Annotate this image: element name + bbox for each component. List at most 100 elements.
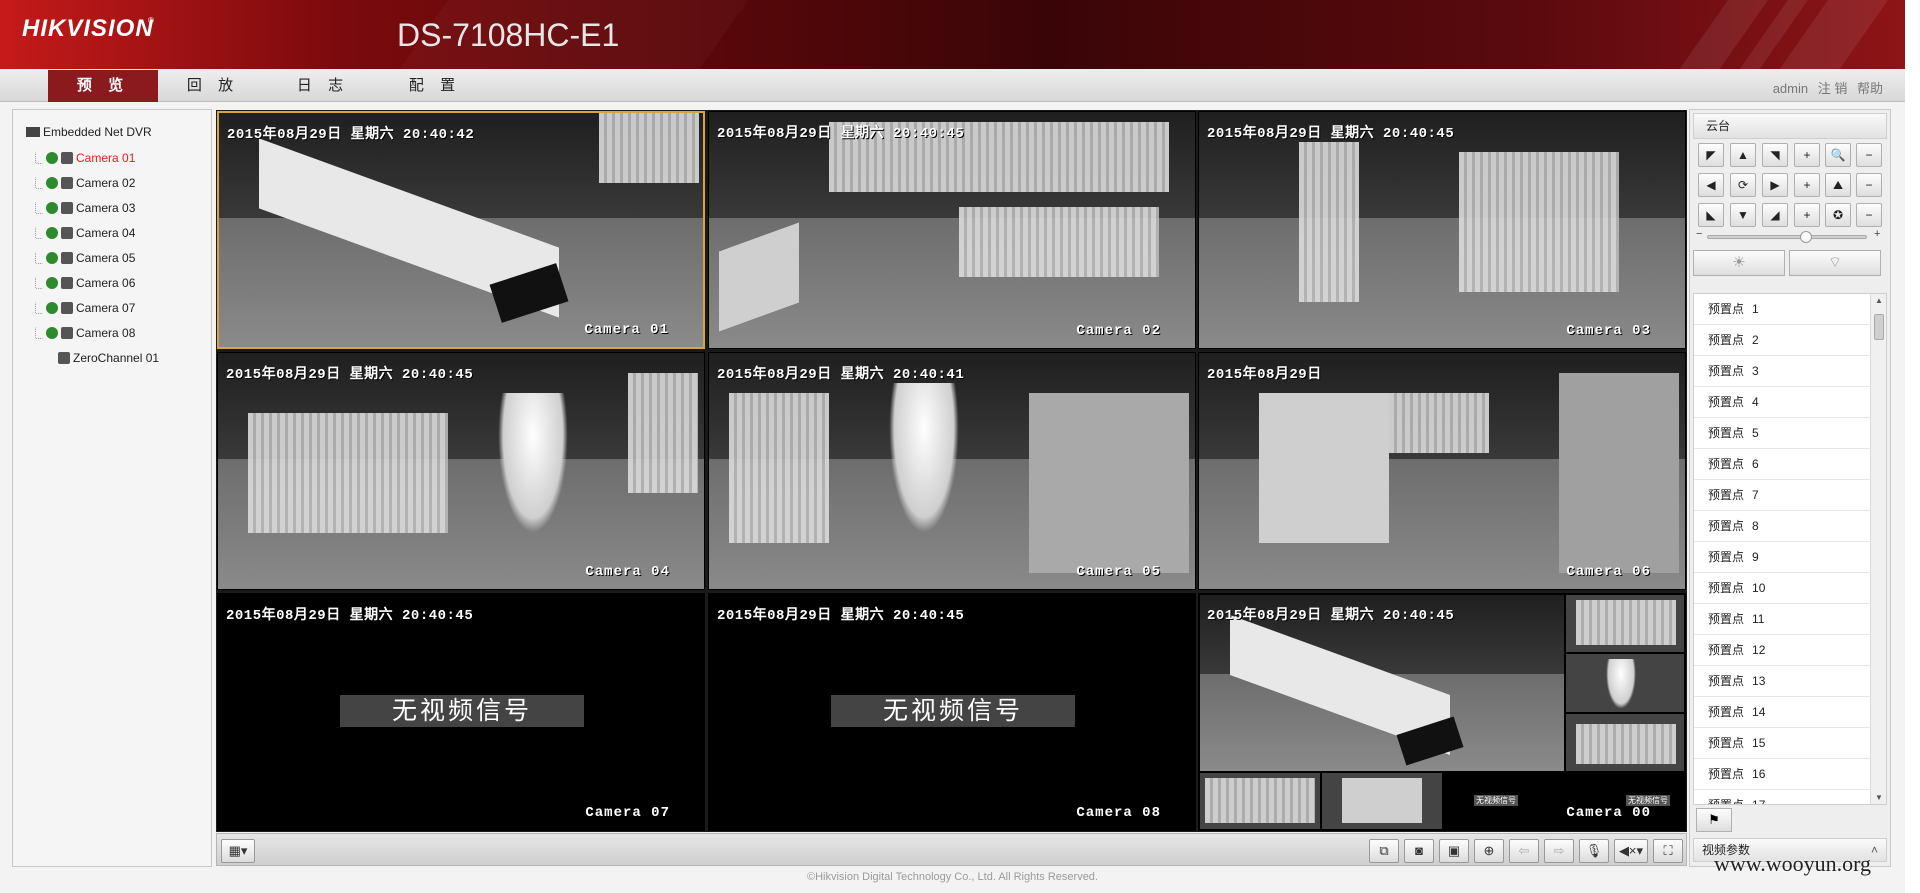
- tab-playback[interactable]: 回 放: [158, 70, 268, 102]
- preset-item[interactable]: 预置点 13: [1694, 666, 1870, 697]
- ptz-right-icon[interactable]: ▶: [1762, 173, 1788, 197]
- preset-item[interactable]: 预置点 9: [1694, 542, 1870, 573]
- tree-root[interactable]: Embedded Net DVR: [26, 125, 152, 139]
- preset-number: 12: [1752, 643, 1766, 657]
- tree-branch-icon: [35, 277, 43, 289]
- preset-item[interactable]: 预置点 6: [1694, 449, 1870, 480]
- preset-item[interactable]: 预置点 8: [1694, 511, 1870, 542]
- ptz-down-icon[interactable]: ▼: [1730, 203, 1756, 227]
- next-page-icon[interactable]: ⇨: [1544, 839, 1574, 863]
- video-tile-camera-08[interactable]: 2015年08月29日 星期六 20:40:45 无视频信号 Camera 08: [708, 593, 1196, 831]
- tile-camera-name: Camera 08: [1076, 805, 1161, 821]
- video-tile-camera-07[interactable]: 2015年08月29日 星期六 20:40:45 无视频信号 Camera 07: [217, 593, 705, 831]
- zoom-icon[interactable]: ⊕: [1474, 839, 1504, 863]
- wiper-icon[interactable]: ⌔: [1789, 250, 1881, 276]
- preset-item[interactable]: 预置点 11: [1694, 604, 1870, 635]
- ptz-up-icon[interactable]: ▲: [1730, 143, 1756, 167]
- scroll-up-icon[interactable]: ▲: [1875, 296, 1883, 305]
- mic-icon[interactable]: 🎙: [1579, 839, 1609, 863]
- tile-camera-name: Camera 01: [584, 322, 669, 338]
- tab-log[interactable]: 日 志: [268, 70, 378, 102]
- tile-camera-name: Camera 00: [1566, 805, 1651, 821]
- preset-item[interactable]: 预置点 10: [1694, 573, 1870, 604]
- video-tile-camera-01[interactable]: 2015年08月29日 星期六 20:40:42 Camera 01: [217, 111, 705, 349]
- preset-number: 9: [1752, 550, 1759, 564]
- tree-item-camera-06[interactable]: Camera 06: [35, 274, 135, 292]
- preset-item[interactable]: 预置点 4: [1694, 387, 1870, 418]
- tree-item-camera-07[interactable]: Camera 07: [35, 299, 135, 317]
- ptz-title: 云台: [1693, 113, 1887, 139]
- preset-item[interactable]: 预置点 17: [1694, 790, 1870, 805]
- tile-timestamp: 2015年08月29日 星期六 20:40:42: [227, 127, 475, 143]
- tab-preview[interactable]: 预 览: [48, 70, 158, 102]
- ptz-left-icon[interactable]: ◀: [1698, 173, 1724, 197]
- preset-label: 预置点: [1708, 302, 1745, 316]
- preset-item[interactable]: 预置点 12: [1694, 635, 1870, 666]
- zero-channel-sub-view: [1565, 594, 1685, 653]
- zero-channel-sub-view-nosignal: 无视频信号: [1565, 772, 1685, 830]
- tree-item-camera-03[interactable]: Camera 03: [35, 199, 135, 217]
- ptz-down-left-icon[interactable]: ◣: [1698, 203, 1724, 227]
- preset-item[interactable]: 预置点 5: [1694, 418, 1870, 449]
- tree-item-label: Camera 01: [76, 151, 136, 165]
- tile-camera-name: Camera 03: [1566, 323, 1651, 339]
- preset-item[interactable]: 预置点 2: [1694, 325, 1870, 356]
- preset-item[interactable]: 预置点 14: [1694, 697, 1870, 728]
- scroll-thumb[interactable]: [1874, 314, 1884, 340]
- play-status-icon: [46, 202, 58, 214]
- preset-scrollbar[interactable]: ▲ ▼: [1870, 294, 1886, 804]
- video-tile-zerochannel[interactable]: 无视频信号 无视频信号 2015年08月29日 星期六 20:40:45 Cam…: [1198, 593, 1686, 831]
- tree-item-camera-02[interactable]: Camera 02: [35, 174, 135, 192]
- tree-root-label: Embedded Net DVR: [43, 125, 152, 139]
- ptz-speed-slider-handle[interactable]: [1800, 231, 1813, 243]
- prev-page-icon[interactable]: ⇦: [1509, 839, 1539, 863]
- zoom-in-icon[interactable]: +: [1794, 143, 1820, 167]
- zoom-out-icon[interactable]: −: [1856, 143, 1882, 167]
- fullscreen-icon[interactable]: ⛶: [1653, 839, 1683, 863]
- video-tile-camera-05[interactable]: 2015年08月29日 星期六 20:40:41 Camera 05: [708, 352, 1196, 590]
- stop-all-icon[interactable]: ⧉: [1369, 839, 1399, 863]
- preset-number: 16: [1752, 767, 1766, 781]
- preset-item[interactable]: 预置点 15: [1694, 728, 1870, 759]
- volume-icon[interactable]: ◀︎×▾: [1614, 839, 1648, 863]
- preset-label: 预置点: [1708, 798, 1745, 805]
- registered-mark: ®: [148, 16, 154, 25]
- video-tile-camera-06[interactable]: 2015年08月29日 Camera 06: [1198, 352, 1686, 590]
- ptz-up-left-icon[interactable]: ◤: [1698, 143, 1724, 167]
- preset-item[interactable]: 预置点 16: [1694, 759, 1870, 790]
- light-icon[interactable]: ☀: [1693, 250, 1785, 276]
- record-icon[interactable]: ▣: [1439, 839, 1469, 863]
- focus-far-icon[interactable]: −: [1856, 173, 1882, 197]
- preset-item[interactable]: 预置点 7: [1694, 480, 1870, 511]
- ptz-down-right-icon[interactable]: ◢: [1762, 203, 1788, 227]
- tree-item-zerochannel-01[interactable]: ZeroChannel 01: [58, 349, 159, 367]
- iris-close-icon[interactable]: −: [1856, 203, 1882, 227]
- video-tile-camera-04[interactable]: 2015年08月29日 星期六 20:40:45 Camera 04: [217, 352, 705, 590]
- tree-item-label: Camera 03: [76, 201, 136, 215]
- logout-link[interactable]: 注 销: [1818, 81, 1848, 96]
- video-tile-camera-02[interactable]: 2015年08月29日 星期六 20:40:45 Camera 02: [708, 111, 1196, 349]
- video-tile-camera-03[interactable]: 2015年08月29日 星期六 20:40:45 Camera 03: [1198, 111, 1686, 349]
- iris-open-icon[interactable]: +: [1794, 203, 1820, 227]
- tab-config[interactable]: 配 置: [380, 70, 490, 102]
- tree-item-label: ZeroChannel 01: [73, 351, 160, 365]
- preset-label: 预置点: [1708, 457, 1745, 471]
- tree-item-camera-04[interactable]: Camera 04: [35, 224, 135, 242]
- scene-rack: [628, 373, 698, 493]
- grid-layout-icon[interactable]: ▦▾: [221, 839, 255, 863]
- ptz-auto-icon[interactable]: ⟳: [1730, 173, 1756, 197]
- scroll-down-icon[interactable]: ▼: [1875, 793, 1883, 802]
- tree-item-camera-08[interactable]: Camera 08: [35, 324, 135, 342]
- help-link[interactable]: 帮助: [1857, 81, 1883, 96]
- focus-near-icon[interactable]: +: [1794, 173, 1820, 197]
- tree-item-label: Camera 07: [76, 301, 136, 315]
- tree-item-camera-01[interactable]: Camera 01: [35, 149, 135, 167]
- ptz-speed-slider[interactable]: [1707, 231, 1867, 243]
- tree-item-camera-05[interactable]: Camera 05: [35, 249, 135, 267]
- preset-item[interactable]: 预置点 3: [1694, 356, 1870, 387]
- preset-item[interactable]: 预置点 1: [1694, 294, 1870, 325]
- preset-call-icon[interactable]: ⚑: [1696, 808, 1732, 832]
- ptz-up-right-icon[interactable]: ◥: [1762, 143, 1788, 167]
- capture-icon[interactable]: ◙: [1404, 839, 1434, 863]
- camera-icon: [61, 277, 73, 289]
